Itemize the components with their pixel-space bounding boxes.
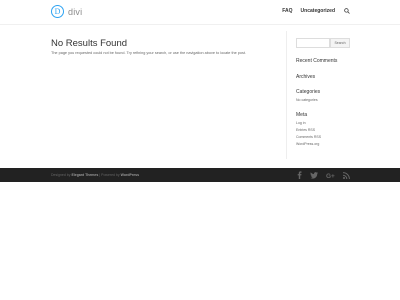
logo-text: divi (68, 6, 83, 17)
meta-link-comments-rss[interactable]: Comments RSS (296, 135, 321, 139)
platform-link[interactable]: WordPress (121, 173, 139, 177)
site-header: D divi FAQ Uncategorized (0, 0, 400, 24)
categories-empty: No categories (296, 98, 318, 102)
twitter-icon[interactable] (310, 171, 318, 179)
designed-by-label: Designed by (51, 173, 71, 177)
widget-title-meta: Meta (296, 112, 308, 118)
widget-title-recent-comments: Recent Comments (296, 58, 338, 64)
main-nav: FAQ Uncategorized (274, 8, 350, 14)
divi-logo-icon: D (51, 5, 64, 18)
page-title: No Results Found (51, 38, 128, 49)
search-input[interactable] (296, 38, 330, 48)
nav-item-uncategorized[interactable]: Uncategorized (301, 8, 335, 14)
widget-title-archives: Archives (296, 74, 316, 80)
search-icon[interactable] (344, 8, 350, 14)
not-found-message: The page you requested could not be foun… (51, 51, 247, 55)
meta-link-wordpress[interactable]: WordPress.org (296, 142, 319, 146)
meta-link-login[interactable]: Log in (296, 121, 306, 125)
svg-text:G+: G+ (326, 173, 335, 179)
sidebar: Search Recent Comments Archives Categori… (296, 38, 350, 146)
search-button[interactable]: Search (330, 38, 350, 48)
site-footer: Designed by Elegant Themes | Powered by … (0, 168, 400, 182)
google-plus-icon[interactable]: G+ (326, 172, 335, 179)
widget-title-categories: Categories (296, 89, 321, 95)
nav-item-faq[interactable]: FAQ (282, 8, 292, 14)
meta-link-entries-rss[interactable]: Entries RSS (296, 128, 315, 132)
sidebar-divider (286, 31, 287, 159)
rss-icon[interactable] (343, 171, 350, 179)
site-logo[interactable]: D divi (51, 5, 82, 18)
sidebar-search: Search (296, 38, 350, 48)
designer-link[interactable]: Elegant Themes (71, 173, 98, 177)
footer-credits: Designed by Elegant Themes | Powered by … (51, 173, 139, 177)
powered-by-label: Powered by (101, 173, 120, 177)
facebook-icon[interactable] (297, 171, 302, 179)
social-links: G+ (289, 171, 350, 179)
